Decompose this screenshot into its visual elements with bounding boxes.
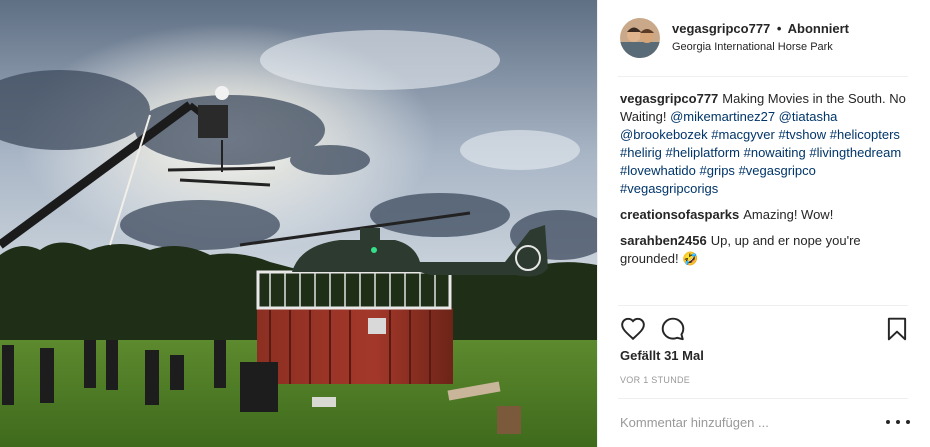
comment-text: Amazing! Wow!	[743, 207, 834, 222]
comment-username[interactable]: sarahben2456	[620, 233, 707, 248]
heart-icon[interactable]	[620, 316, 646, 342]
follow-status-button[interactable]: Abonniert	[788, 21, 849, 36]
actions-divider	[618, 305, 908, 306]
hashtag-link[interactable]: #vegasgripco	[739, 163, 816, 178]
comment-username[interactable]: creationsofasparks	[620, 207, 739, 222]
post-timestamp[interactable]: VOR 1 STUNDE	[620, 375, 690, 385]
hashtag-link[interactable]: #tvshow	[778, 127, 826, 142]
comment-item: sarahben2456 Up, up and er nope you're gr…	[620, 232, 910, 268]
like-count[interactable]: Gefällt 31 Mal	[620, 348, 704, 363]
mention-link[interactable]: @tiatasha	[779, 109, 838, 124]
hashtag-link[interactable]: #nowaiting	[744, 145, 806, 160]
header-username[interactable]: vegasgripco777	[672, 21, 770, 36]
comment-list: vegasgripco777 Making Movies in the South…	[620, 90, 910, 276]
header-text: vegasgripco777 • Abonniert Georgia Inter…	[672, 20, 849, 56]
comment-form	[620, 408, 910, 436]
avatar-image	[620, 18, 660, 58]
photo-helicopter-on-container	[0, 0, 597, 447]
avatar[interactable]	[620, 18, 660, 58]
action-bar	[620, 315, 910, 343]
hashtag-link[interactable]: #helicopters	[830, 127, 900, 142]
header-divider	[618, 76, 908, 77]
comment-input[interactable]	[620, 414, 886, 430]
location-link[interactable]: Georgia International Horse Park	[672, 38, 849, 56]
hashtag-link[interactable]: #helirig	[620, 145, 662, 160]
hashtag-link[interactable]: #macgyver	[711, 127, 775, 142]
comment-bubble-icon[interactable]	[660, 316, 686, 342]
more-dot	[896, 420, 900, 424]
comment-username[interactable]: vegasgripco777	[620, 91, 718, 106]
hashtag-link[interactable]: #livingthedream	[809, 145, 901, 160]
input-divider	[618, 398, 908, 399]
hashtag-link[interactable]: #vegasgripcorigs	[620, 181, 718, 196]
more-dot	[906, 420, 910, 424]
comment-item: vegasgripco777 Making Movies in the South…	[620, 90, 910, 198]
hashtag-link[interactable]: #grips	[700, 163, 735, 178]
more-options-icon[interactable]	[886, 415, 910, 429]
header-separator: •	[776, 21, 782, 36]
header-row: vegasgripco777 • Abonniert	[672, 20, 849, 38]
post-photo[interactable]	[0, 0, 597, 447]
more-dot	[886, 420, 890, 424]
comment-item: creationsofasparks Amazing! Wow!	[620, 206, 910, 224]
mention-link[interactable]: @brookebozek	[620, 127, 708, 142]
bookmark-icon[interactable]	[884, 316, 910, 342]
hashtag-link[interactable]: #lovewhatido	[620, 163, 696, 178]
post-sidebar: vegasgripco777 • Abonniert Georgia Inter…	[597, 0, 930, 447]
post-header: vegasgripco777 • Abonniert Georgia Inter…	[620, 16, 910, 60]
mention-link[interactable]: @mikemartinez27	[670, 109, 775, 124]
hashtag-link[interactable]: #heliplatform	[666, 145, 740, 160]
instagram-post: vegasgripco777 • Abonniert Georgia Inter…	[0, 0, 930, 447]
